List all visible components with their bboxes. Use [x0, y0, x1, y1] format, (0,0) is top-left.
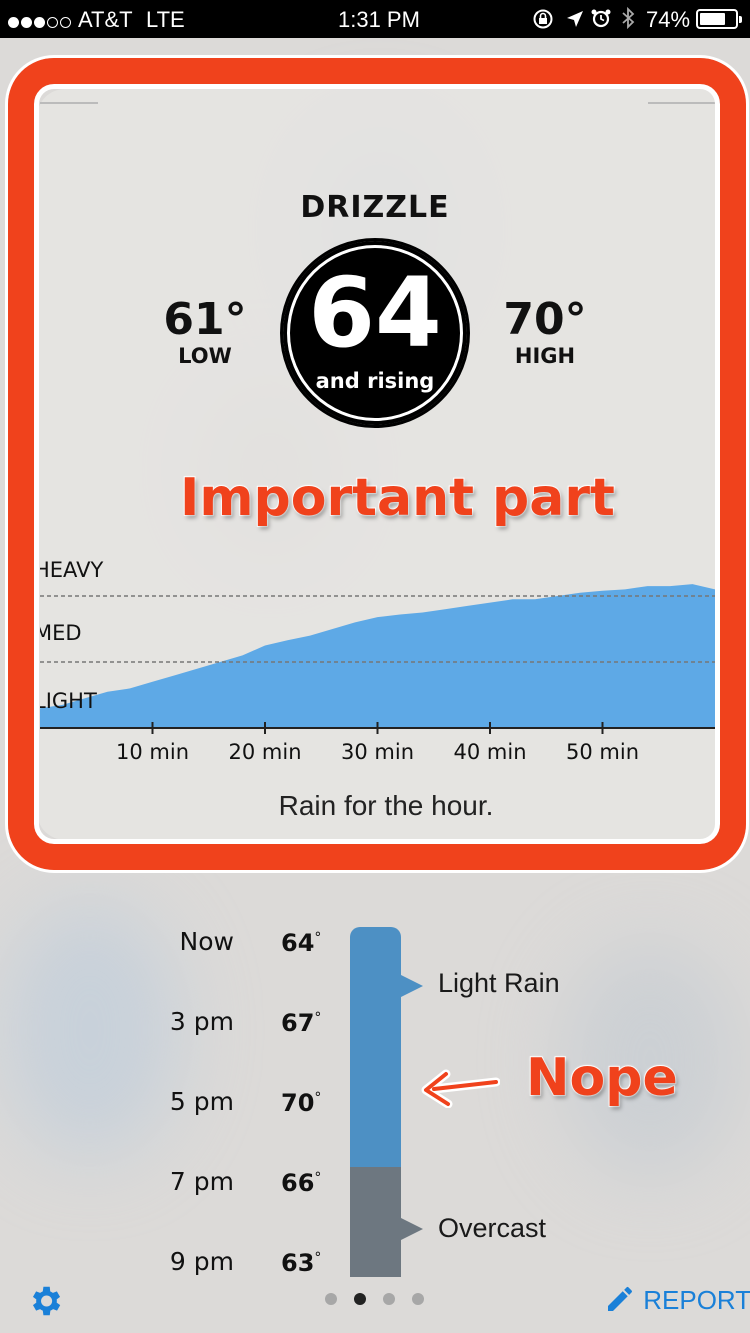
page-dot[interactable]: [325, 1293, 337, 1305]
x-tick-label: 10 min: [116, 740, 189, 764]
condition-label-light-rain: Light Rain: [438, 968, 560, 998]
annotation-important-label: Important part: [179, 467, 616, 529]
current-temperature-dial[interactable]: 64 and rising: [280, 238, 470, 428]
annotation-nope-label: Nope: [525, 1047, 679, 1109]
battery-percent: 74%: [646, 7, 691, 32]
report-button[interactable]: REPORT: [604, 1283, 750, 1319]
network-type: LTE: [146, 7, 185, 32]
degree-symbol: °: [314, 1090, 322, 1106]
signal-strength-icon: [8, 9, 73, 35]
forecast-temperature: 70°: [281, 1089, 321, 1117]
high-temperature-label: HIGH: [514, 344, 576, 368]
degree-symbol: °: [314, 1250, 322, 1266]
x-tick-label: 30 min: [341, 740, 414, 764]
alarm-icon: [591, 9, 611, 28]
y-level-label: LIGHT: [40, 689, 97, 713]
forecast-time: 3 pm: [169, 1007, 234, 1036]
forecast-time: 5 pm: [169, 1087, 234, 1116]
forecast-temperature-value: 66: [281, 1169, 315, 1197]
settings-gear-icon[interactable]: [26, 1282, 64, 1320]
current-condition: DRIZZLE: [300, 190, 450, 225]
report-button-label: REPORT: [643, 1285, 750, 1315]
y-level-label: HEAVY: [40, 558, 103, 582]
rotation-lock-icon: [533, 9, 553, 29]
forecast-temperature: 64°: [281, 929, 321, 957]
page-dot[interactable]: [354, 1293, 366, 1305]
status-bar: AT&T LTE 1:31 PM 74%: [0, 0, 750, 38]
overcast-bar[interactable]: [350, 1167, 401, 1277]
temperature-trend: and rising: [315, 369, 435, 393]
forecast-temperature-value: 63: [281, 1249, 315, 1277]
forecast-temperature: 63°: [281, 1249, 321, 1277]
rain-intensity-chart: 10 min 20 min 30 min 40 min 50 min LIGHT MED HE…: [40, 558, 715, 764]
battery-icon: [696, 9, 742, 29]
rain-area: [40, 584, 715, 728]
high-temperature-value: 70°: [503, 294, 587, 345]
overcast-pointer: [401, 1218, 423, 1240]
high-temperature: 70° HIGH: [500, 294, 590, 369]
status-time: 1:31 PM: [338, 7, 420, 32]
forecast-temperature-value: 70: [281, 1089, 315, 1117]
annotation-arrow: [421, 1069, 500, 1108]
page-dot[interactable]: [383, 1293, 395, 1305]
carrier-name: AT&T: [78, 7, 133, 32]
forecast-temperature: 66°: [281, 1169, 321, 1197]
degree-symbol: °: [314, 1170, 322, 1186]
bluetooth-icon: [622, 6, 635, 30]
location-arrow-icon: [567, 11, 583, 27]
x-tick-label: 40 min: [454, 740, 527, 764]
y-level-label: MED: [40, 621, 82, 645]
x-tick-label: 50 min: [566, 740, 639, 764]
light-rain-bar[interactable]: [350, 927, 401, 1167]
forecast-time: 7 pm: [169, 1167, 234, 1196]
forecast-temperature: 67°: [281, 1009, 321, 1037]
forecast-temperature-value: 67: [281, 1009, 315, 1037]
x-tick-label: 20 min: [229, 740, 302, 764]
degree-symbol: °: [314, 930, 322, 946]
current-temperature: 64: [308, 257, 442, 369]
chart-caption: Rain for the hour.: [278, 790, 494, 821]
low-temperature-label: LOW: [178, 344, 232, 368]
forecast-time: Now: [179, 927, 234, 956]
pencil-icon: [608, 1286, 632, 1311]
forecast-temperature-value: 64: [281, 929, 315, 957]
low-temperature: 61° LOW: [160, 294, 250, 369]
forecast-time: 9 pm: [169, 1247, 234, 1276]
condition-label-overcast: Overcast: [438, 1213, 547, 1243]
degree-symbol: °: [314, 1010, 322, 1026]
low-temperature-value: 61°: [163, 294, 247, 345]
page-dot[interactable]: [412, 1293, 424, 1305]
light-rain-pointer: [401, 975, 423, 997]
